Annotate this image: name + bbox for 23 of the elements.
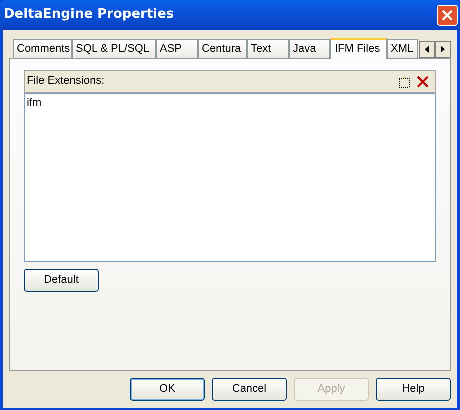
tab[interactable]: XML: [387, 39, 418, 58]
tab[interactable]: Text: [247, 39, 289, 58]
left-arrow-icon: [425, 46, 429, 53]
new-item-icon[interactable]: [398, 75, 411, 88]
tab[interactable]: Java: [289, 39, 330, 58]
tab[interactable]: ASP: [156, 39, 198, 58]
tab[interactable]: Centura: [198, 39, 247, 58]
right-arrow-icon: [441, 46, 445, 53]
list-label: File Extensions:: [27, 74, 105, 90]
dialog-button[interactable]: Cancel: [212, 378, 287, 401]
tab[interactable]: IFM Files: [330, 38, 387, 59]
tab[interactable]: Comments: [13, 39, 72, 58]
close-button[interactable]: [437, 4, 458, 26]
delete-icon[interactable]: [417, 76, 429, 88]
window-title: DeltaEngine Properties: [4, 6, 174, 24]
close-icon: [442, 10, 453, 20]
dialog-button[interactable]: OK: [130, 378, 205, 401]
tab[interactable]: SQL & PL/SQL: [72, 39, 156, 58]
scroll-right-button[interactable]: [435, 41, 451, 58]
list-item[interactable]: ifm: [27, 95, 433, 112]
dialog-button[interactable]: Help: [376, 378, 451, 401]
default-button[interactable]: Default: [24, 269, 99, 292]
scroll-left-button[interactable]: [419, 41, 435, 58]
